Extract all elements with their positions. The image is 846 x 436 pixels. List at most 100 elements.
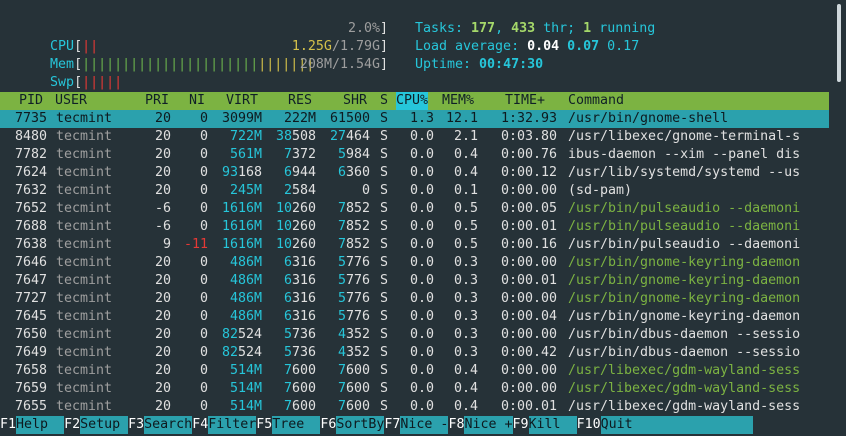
process-shr: 7600 [337, 399, 370, 414]
column-header-user[interactable]: USER [55, 92, 87, 110]
process-res: 7600 [283, 363, 316, 378]
process-shr: 7852 [337, 237, 370, 252]
process-s: S [380, 129, 389, 144]
cpu-meter: CPU[|| 2.0%] [50, 21, 388, 54]
process-cmd: /usr/bin/gnome-keyring-daemon [568, 273, 801, 288]
process-user: tecmint [56, 381, 113, 396]
process-row[interactable]: 7646 tecmint 20 0 486M 6316 5776 S 0.0 0.3 0:00.00… [0, 254, 829, 272]
process-cpu: 0.0 [409, 129, 434, 144]
process-row[interactable]: 7650 tecmint 20 0 82524 5736 4352 S 0.0 0.3 0:00.0… [0, 326, 829, 344]
column-header-cpu[interactable]: CPU% [396, 92, 429, 110]
process-row[interactable]: 7652 tecmint -6 0 1616M 10260 7852 S 0.0 0.5 0:00.… [0, 200, 829, 218]
process-mem: 0.4 [453, 363, 478, 378]
process-ni: 0 [199, 309, 208, 324]
process-cpu: 0.0 [409, 345, 434, 360]
process-row[interactable]: 7649 tecmint 20 0 82524 5736 4352 S 0.0 0.3 0:00.4… [0, 344, 829, 362]
process-virt: 561M [229, 147, 262, 162]
column-header-command[interactable]: Command [568, 92, 624, 110]
fkey-number: F8 [448, 417, 465, 432]
column-header-shr[interactable]: SHR [343, 92, 367, 110]
process-user: tecmint [56, 273, 113, 288]
process-pri: 20 [154, 111, 171, 126]
process-row[interactable]: 7782 tecmint 20 0 561M 7372 5984 S 0.0 0.4 0:00.76… [0, 146, 829, 164]
fkey-f4[interactable]: F4Filter [192, 416, 257, 434]
process-user: tecmint [56, 345, 113, 360]
cpu-meter-value: 2.0% [347, 21, 380, 36]
process-row[interactable]: 7659 tecmint 20 0 514M 7600 7600 S 0.0 0.4 0:00.00… [0, 380, 829, 398]
process-user: tecmint [56, 129, 113, 144]
process-row[interactable]: 7632 tecmint 20 0 245M 2584 0 S 0.0 0.1 0:00.00 (sd… [0, 182, 829, 200]
process-res: 5736 [283, 345, 316, 360]
fkey-f1[interactable]: F1Help [0, 416, 65, 434]
fkey-f8[interactable]: F8Nice + [448, 416, 513, 434]
process-pri: 20 [154, 273, 171, 288]
process-cmd: /usr/bin/pulseaudio --daemoni [568, 237, 801, 252]
column-header-mem[interactable]: MEM% [442, 92, 474, 110]
process-row[interactable]: 7658 tecmint 20 0 514M 7600 7600 S 0.0 0.4 0:00.00… [0, 362, 829, 380]
process-row[interactable]: 7727 tecmint 20 0 486M 6316 5776 S 0.0 0.3 0:00.00… [0, 290, 829, 308]
process-user: tecmint [56, 147, 113, 162]
process-pri: 20 [154, 309, 171, 324]
process-virt: 486M [229, 291, 262, 306]
process-pid: 8480 [14, 129, 47, 144]
process-s: S [380, 363, 389, 378]
scrollbar[interactable] [837, 4, 841, 82]
mem-meter-used: 1.25G [291, 39, 332, 54]
process-virt: 1616M [221, 237, 262, 252]
fkey-f3[interactable]: F3Search [128, 416, 193, 434]
process-time: 1:32.93 [500, 111, 557, 126]
uptime-value: 00:47:30 [479, 57, 544, 72]
column-header-state[interactable]: S [380, 92, 388, 110]
process-row[interactable]: 7624 tecmint 20 0 93168 6944 6360 S 0.0 0.4 0:00.1… [0, 164, 829, 182]
process-pid: 7688 [14, 219, 47, 234]
process-row[interactable]: 7735 tecmint 20 0 3099M 222M 61500 S 1.3 12.1 1:32… [0, 110, 829, 128]
process-row[interactable]: 7645 tecmint 20 0 486M 6316 5776 S 0.0 0.3 0:00.04… [0, 308, 829, 326]
fkey-f2[interactable]: F2Setup [64, 416, 129, 434]
process-pri: 20 [154, 129, 171, 144]
column-header-virt[interactable]: VIRT [226, 92, 258, 110]
process-ni: 0 [199, 183, 208, 198]
fkey-f10[interactable]: F10Quit [577, 416, 753, 434]
process-row[interactable]: 7638 tecmint 9 -11 1616M 10260 7852 S 0.0 0.5 0:00… [0, 236, 829, 254]
fkey-f6[interactable]: F6SortBy [320, 416, 385, 434]
fkey-f7[interactable]: F7Nice - [384, 416, 449, 434]
fkey-f5[interactable]: F5Tree [256, 416, 321, 434]
fkey-label: SortBy [336, 416, 385, 434]
process-time: 0:00.00 [500, 327, 557, 342]
fkey-number: F10 [576, 417, 601, 432]
column-header-time[interactable]: TIME+ [505, 92, 545, 110]
fkey-label: Nice - [400, 416, 449, 434]
process-time: 0:00.04 [500, 309, 557, 324]
column-header-ni[interactable]: NI [189, 92, 205, 110]
process-time: 0:00.76 [500, 147, 557, 162]
process-res: 7600 [283, 381, 316, 396]
process-s: S [380, 111, 389, 126]
running-count: 1 [583, 21, 592, 36]
process-pri: 20 [154, 255, 171, 270]
fkey-number: F2 [64, 417, 81, 432]
process-row[interactable]: 7688 tecmint -6 0 1616M 10260 7852 S 0.0 0.5 0:00.… [0, 218, 829, 236]
process-s: S [380, 291, 389, 306]
process-row[interactable]: 7655 tecmint 20 0 514M 7600 7600 S 0.0 0.4 0:00.01… [0, 398, 829, 416]
process-cmd: /usr/libexec/gnome-terminal-s [568, 129, 801, 144]
load-5min: 0.07 [567, 39, 600, 54]
process-table-header: PID USER PRI NI VIRT RES SHR S CPU% MEM%… [0, 92, 829, 110]
process-row[interactable]: 7647 tecmint 20 0 486M 6316 5776 S 0.0 0.3 0:00.01… [0, 272, 829, 290]
fkey-f9[interactable]: F9Kill [513, 416, 577, 434]
process-cpu: 0.0 [409, 363, 434, 378]
column-header-pid[interactable]: PID [19, 92, 43, 110]
process-time: 0:00.00 [500, 291, 557, 306]
process-cmd: /usr/libexec/gdm-wayland-sess [568, 381, 801, 396]
process-mem: 0.1 [453, 183, 478, 198]
column-header-res[interactable]: RES [288, 92, 312, 110]
process-user: tecmint [56, 363, 113, 378]
process-pid: 7646 [14, 255, 47, 270]
mem-meter: Mem[||||||||||||||||||||||||||||| 1.25G/… [50, 39, 388, 72]
column-header-pri[interactable]: PRI [145, 92, 169, 110]
process-cpu: 0.0 [409, 201, 434, 216]
fkey-label: Search [144, 416, 193, 434]
process-row[interactable]: 8480 tecmint 20 0 722M 38508 27464 S 0.0 2.1 0:03.… [0, 128, 829, 146]
load-1min: 0.04 [527, 39, 560, 54]
process-cpu: 0.0 [409, 309, 434, 324]
tasks-count: 177 [471, 21, 496, 36]
